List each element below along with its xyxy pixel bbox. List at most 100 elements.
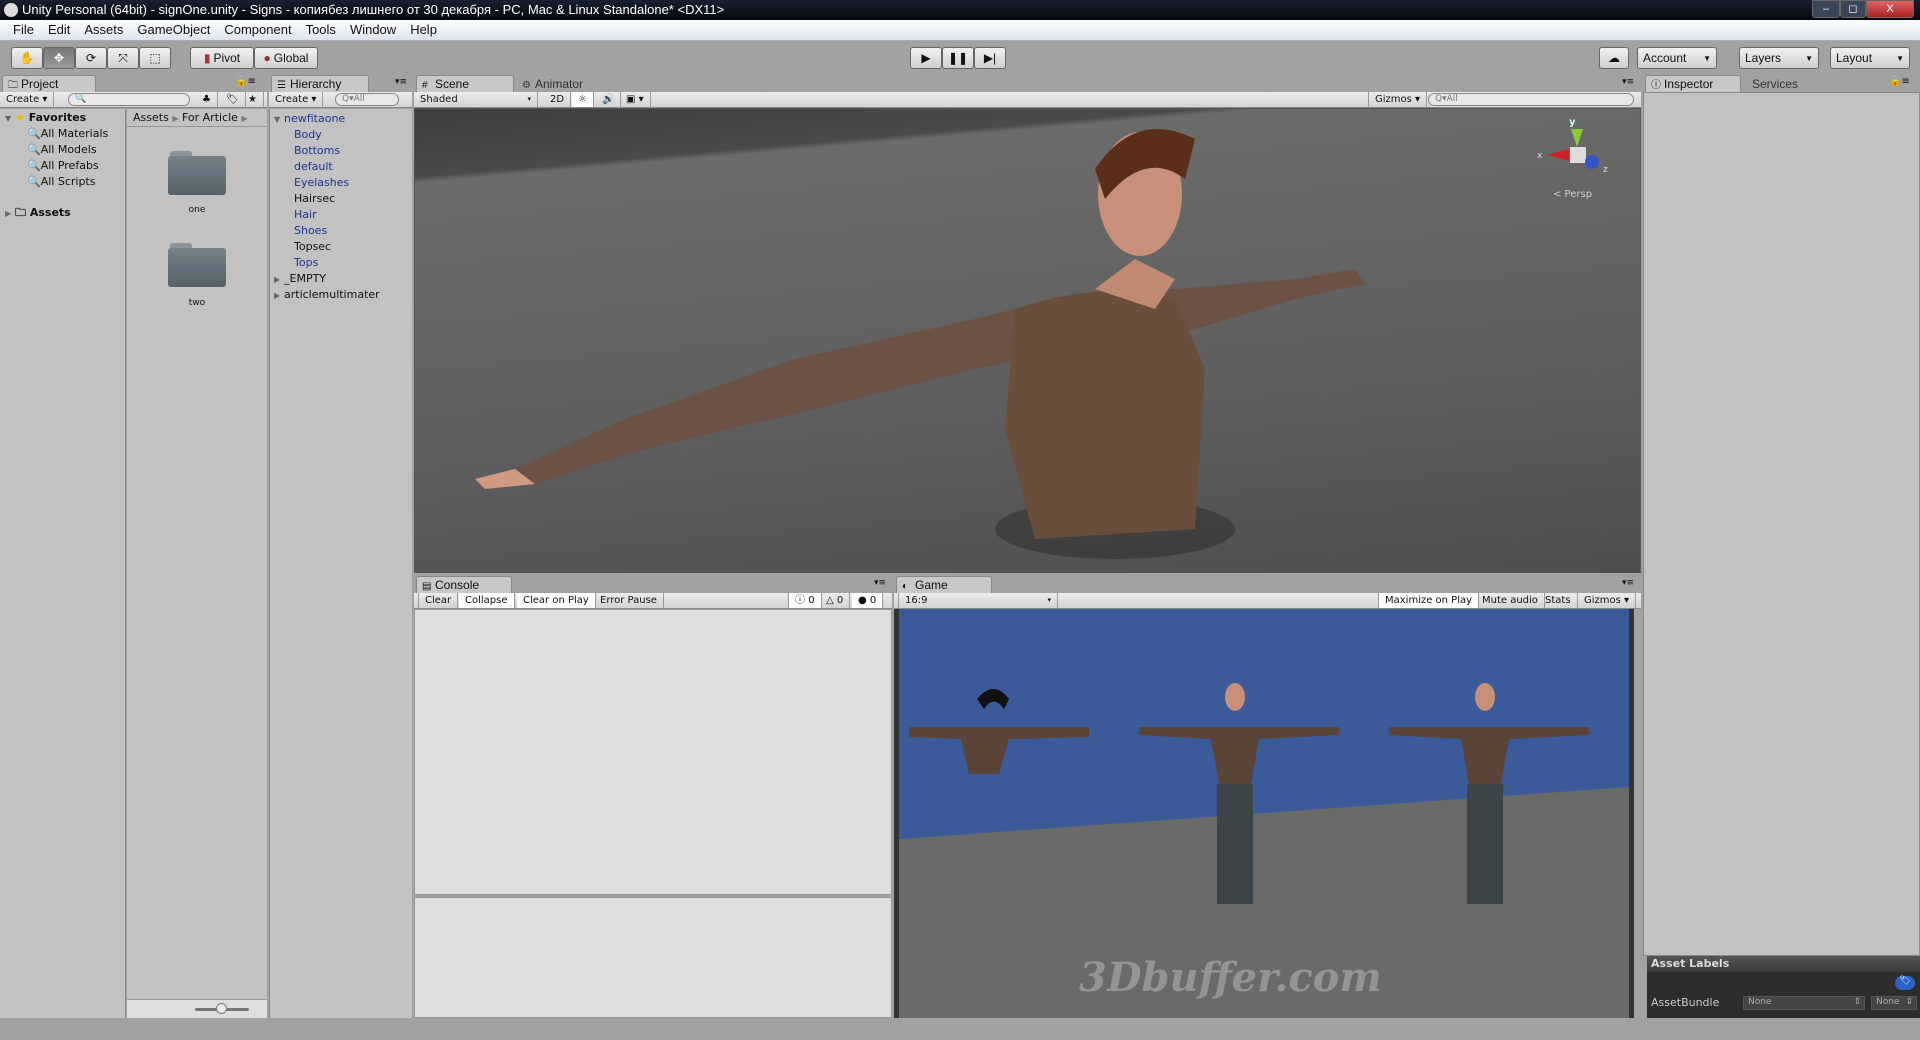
assetbundle-dropdown[interactable]: None ⇕ — [1743, 996, 1865, 1010]
hierarchy-item[interactable]: ▶ _EMPTY — [274, 271, 412, 287]
menu-assets[interactable]: Assets — [77, 20, 130, 40]
hierarchy-item[interactable]: Bottoms — [274, 143, 412, 159]
hierarchy-item[interactable]: default — [274, 159, 412, 175]
folder-one[interactable] — [168, 151, 226, 195]
step-button[interactable]: ▶| — [974, 47, 1006, 69]
error-pause-toggle[interactable]: Error Pause — [594, 593, 664, 608]
filter-type-icon[interactable]: ♣ — [196, 92, 218, 107]
favorite-item[interactable]: 🔍All Models — [5, 142, 125, 158]
tag-icon[interactable]: 🏷 — [1895, 976, 1915, 990]
hierarchy-item[interactable]: Eyelashes — [274, 175, 412, 191]
lighting-toggle[interactable]: ☼ — [572, 92, 594, 107]
gizmo-cube[interactable] — [1570, 147, 1586, 163]
menu-file[interactable]: File — [6, 20, 41, 40]
variant-dropdown[interactable]: None ⇕ — [1871, 996, 1917, 1010]
hierarchy-item[interactable]: Topsec — [274, 239, 412, 255]
maximize-on-play-toggle[interactable]: Maximize on Play — [1378, 593, 1480, 608]
tab-animator[interactable]: ⚙ Animator — [516, 75, 606, 92]
global-button[interactable]: ● Global — [254, 47, 318, 69]
hierarchy-item[interactable]: Hair — [274, 207, 412, 223]
menu-gameobject[interactable]: GameObject — [130, 20, 217, 40]
scene-gizmo[interactable]: y x z < Persp — [1535, 117, 1615, 200]
gizmos-dropdown[interactable]: Gizmos ▾ — [1578, 593, 1637, 608]
info-filter-toggle[interactable]: ⓘ 0 — [788, 593, 822, 608]
lock-icon[interactable]: 🔒≡ — [235, 76, 256, 87]
move-tool-button[interactable]: ✥ — [43, 47, 75, 69]
warning-filter-toggle[interactable]: △ 0 — [820, 593, 851, 608]
folder-two[interactable] — [168, 243, 226, 287]
restore-button[interactable]: ◻ — [1840, 0, 1866, 18]
error-filter-toggle[interactable]: ● 0 — [852, 593, 884, 608]
rotate-tool-button[interactable]: ⟳ — [75, 47, 107, 69]
slider-thumb[interactable] — [216, 1003, 227, 1014]
pivot-button[interactable]: ▮ Pivot — [190, 47, 254, 69]
projection-label[interactable]: < Persp — [1553, 189, 1592, 200]
gizmos-dropdown[interactable]: Gizmos ▾ — [1368, 92, 1428, 107]
favorite-item[interactable]: 🔍All Scripts — [5, 174, 125, 190]
project-search-input[interactable]: 🔍 — [68, 93, 190, 106]
axis-z-cone[interactable] — [1585, 155, 1599, 169]
tab-console[interactable]: ▤ Console — [416, 576, 512, 593]
pause-button[interactable]: ❚❚ — [942, 47, 974, 69]
console-log-list[interactable] — [414, 609, 892, 895]
panel-menu-icon[interactable]: ▾≡ — [1622, 77, 1634, 87]
axis-y-cone[interactable] — [1571, 129, 1583, 147]
hierarchy-item[interactable]: Body — [274, 127, 412, 143]
tab-inspector[interactable]: ⓘ Inspector — [1645, 75, 1741, 92]
cloud-button[interactable]: ☁ — [1599, 47, 1629, 69]
favorites-item[interactable]: ▼ ★ Favorites — [5, 110, 125, 126]
scene-viewport[interactable]: y x z < Persp — [414, 108, 1641, 573]
console-detail[interactable] — [414, 897, 892, 1018]
scene-search-input[interactable]: Q▾All — [1428, 93, 1634, 106]
account-dropdown[interactable]: Account ▼ — [1637, 47, 1717, 69]
hierarchy-item-root[interactable]: ▼ newfitaone — [274, 111, 412, 127]
tab-scene[interactable]: # Scene — [416, 75, 514, 92]
favorite-star-icon[interactable]: ★ — [242, 92, 264, 107]
stats-toggle[interactable]: Stats — [1539, 593, 1578, 608]
minimize-button[interactable]: – — [1812, 0, 1840, 18]
panel-menu-icon[interactable]: ▾≡ — [395, 77, 407, 87]
menu-window[interactable]: Window — [343, 20, 403, 40]
layout-dropdown[interactable]: Layout ▼ — [1830, 47, 1910, 69]
tab-hierarchy[interactable]: ☰ Hierarchy — [271, 75, 369, 92]
collapse-toggle[interactable]: Collapse — [459, 593, 515, 608]
2d-toggle[interactable]: 2D — [544, 92, 572, 107]
audio-toggle[interactable]: 🔊 — [596, 92, 622, 107]
create-dropdown[interactable]: Create ▾ — [269, 92, 324, 107]
hierarchy-item[interactable]: ▶ articlemultimater — [274, 287, 412, 303]
hierarchy-search-input[interactable]: Q▾All — [335, 93, 399, 106]
tab-services[interactable]: Services — [1743, 75, 1823, 92]
breadcrumb-item[interactable]: For Article — [182, 111, 238, 124]
favorite-item[interactable]: 🔍All Prefabs — [5, 158, 125, 174]
rect-tool-button[interactable]: ⬚ — [139, 47, 171, 69]
play-button[interactable]: ▶ — [910, 47, 942, 69]
panel-menu-icon[interactable]: ▾≡ — [1622, 578, 1634, 588]
mute-audio-toggle[interactable]: Mute audio — [1476, 593, 1545, 608]
hierarchy-item[interactable]: Shoes — [274, 223, 412, 239]
favorite-item[interactable]: 🔍All Materials — [5, 126, 125, 142]
shading-dropdown[interactable]: Shaded ▾ — [414, 92, 538, 107]
layers-dropdown[interactable]: Layers ▼ — [1739, 47, 1819, 69]
hierarchy-item[interactable]: Tops — [274, 255, 412, 271]
breadcrumb-item[interactable]: Assets — [133, 111, 169, 124]
create-dropdown[interactable]: Create ▾ — [0, 92, 55, 107]
menu-tools[interactable]: Tools — [299, 20, 343, 40]
menu-help[interactable]: Help — [403, 20, 444, 40]
clear-on-play-toggle[interactable]: Clear on Play — [517, 593, 596, 608]
clear-button[interactable]: Clear — [418, 593, 459, 608]
menu-edit[interactable]: Edit — [41, 20, 77, 40]
close-button[interactable]: X — [1866, 0, 1914, 18]
effects-dropdown[interactable]: ▣ ▾ — [620, 92, 651, 107]
tab-game[interactable]: ◐ Game — [896, 576, 992, 593]
assets-item[interactable]: ▶ 🗀 Assets — [5, 205, 125, 221]
menu-component[interactable]: Component — [217, 20, 298, 40]
hand-tool-button[interactable]: ✋ — [11, 47, 43, 69]
game-viewport[interactable]: 3Dbuffer.com — [894, 609, 1634, 1018]
axis-x-cone[interactable] — [1547, 149, 1569, 161]
hierarchy-item[interactable]: Hairsec — [274, 191, 412, 207]
scale-tool-button[interactable]: ⤧ — [107, 47, 139, 69]
aspect-dropdown[interactable]: 16:9 ▾ — [898, 593, 1058, 608]
tab-project[interactable]: 🗀 Project — [2, 75, 96, 92]
panel-menu-icon[interactable]: ▾≡ — [874, 578, 886, 588]
lock-icon[interactable]: 🔒≡ — [1889, 76, 1910, 87]
